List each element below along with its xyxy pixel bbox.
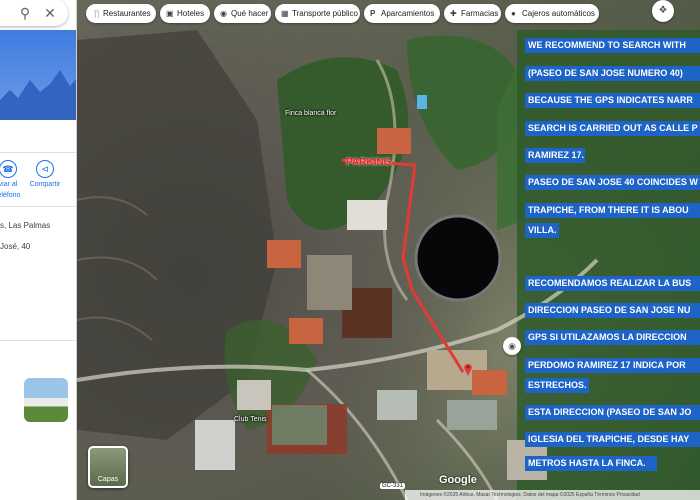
layers-button[interactable]: Capas (88, 446, 128, 488)
share-button[interactable]: ⊲ Compartir (25, 160, 65, 189)
share-icon: ⊲ (36, 160, 54, 178)
chip-things-to-do[interactable]: ◉ Qué hacer (214, 4, 271, 23)
poi-finca-label[interactable]: Finca blanca flor (285, 110, 336, 117)
overlay-line: ESTRECHOS. (525, 378, 589, 393)
google-logo: Google (439, 474, 477, 486)
close-icon[interactable]: ✕ (42, 5, 58, 21)
divider (0, 206, 76, 207)
address-line: s, Las Palmas (0, 221, 51, 230)
parking-label: PARKING (346, 157, 392, 168)
chip-public-transport[interactable]: ▦ Transporte público (275, 4, 360, 23)
overlay-line: RECOMENDAMOS REALIZAR LA BUS (525, 276, 700, 291)
chip-atms[interactable]: ● Cajeros automáticos (505, 4, 599, 23)
map-attribution: Imágenes ©2025 Airbus, Maxar Technologie… (405, 490, 700, 500)
overlay-line: VILLA. (525, 223, 559, 238)
place-photo[interactable] (0, 30, 76, 120)
layers-label: Capas (97, 476, 119, 483)
overlay-line: WE RECOMMEND TO SEARCH WITH (525, 38, 700, 53)
search-box[interactable]: ⚲ ✕ (0, 0, 68, 26)
fork-knife-icon: 🍴 (92, 9, 102, 18)
overlay-line: PERDOMO RAMIREZ 17 INDICA POR (525, 358, 700, 373)
bus-icon: ▦ (281, 9, 289, 18)
photo-thumbnail[interactable] (24, 378, 68, 422)
overlay-line: SEARCH IS CARRIED OUT AS CALLE P (525, 121, 700, 136)
text-overlay: WE RECOMMEND TO SEARCH WITH (PASEO DE SA… (525, 38, 700, 478)
overlay-line: PASEO DE SAN JOSE 40 COINCIDES W (525, 175, 700, 190)
divider (0, 340, 76, 341)
parking-icon: P (370, 9, 376, 18)
chip-hotels[interactable]: ▣ Hoteles (160, 4, 210, 23)
search-icon[interactable]: ⚲ (17, 5, 33, 21)
atm-icon: ● (511, 9, 516, 18)
phone-icon: ☎ (0, 160, 17, 178)
overlay-line: METROS HASTA LA FINCA. (525, 456, 657, 471)
camera-icon: ◉ (220, 9, 227, 18)
send-to-phone-button[interactable]: ☎ viar al teléfono (0, 160, 28, 200)
overlay-line: (PASEO DE SAN JOSE NUMERO 40) (525, 66, 700, 81)
divider (0, 152, 76, 153)
road-badge: GC-331 (380, 483, 406, 489)
poi-club-label[interactable]: Club Tenis (234, 416, 267, 423)
address-line: José, 40 (0, 242, 31, 251)
overlay-line: GPS SI UTILAZAMOS LA DIRECCION (525, 330, 700, 345)
location-pin-icon[interactable] (463, 362, 473, 376)
overlay-line: TRAPICHE, FROM THERE IT IS ABOU (525, 203, 700, 218)
action-buttons: ☎ viar al teléfono ⊲ Compartir (0, 160, 76, 200)
overlay-line: BECAUSE THE GPS INDICATES NARR (525, 93, 700, 108)
chip-restaurants[interactable]: 🍴 Restaurantes (86, 4, 156, 23)
chip-pharmacies[interactable]: ✚ Farmacias (444, 4, 501, 23)
overlay-line: ESTA DIRECCION (PASEO DE SAN JO (525, 405, 700, 420)
chip-parking[interactable]: P Aparcamientos (364, 4, 440, 23)
bed-icon: ▣ (166, 9, 174, 18)
overlay-line: IGLESIA DEL TRAPICHE, DESDE HAY (525, 432, 700, 447)
pharmacy-icon: ✚ (450, 9, 457, 18)
place-details-panel: ⚲ ✕ ☎ viar al teléfono ⊲ Compartir s, La… (0, 0, 77, 500)
compass-icon[interactable]: ❖ (652, 0, 674, 22)
overlay-line: RAMIREZ 17. (525, 148, 585, 163)
mountain-silhouette (0, 70, 76, 120)
map-control-button[interactable]: ◉ (503, 337, 521, 355)
overlay-line: DIRECCION PASEO DE SAN JOSE NU (525, 303, 700, 318)
